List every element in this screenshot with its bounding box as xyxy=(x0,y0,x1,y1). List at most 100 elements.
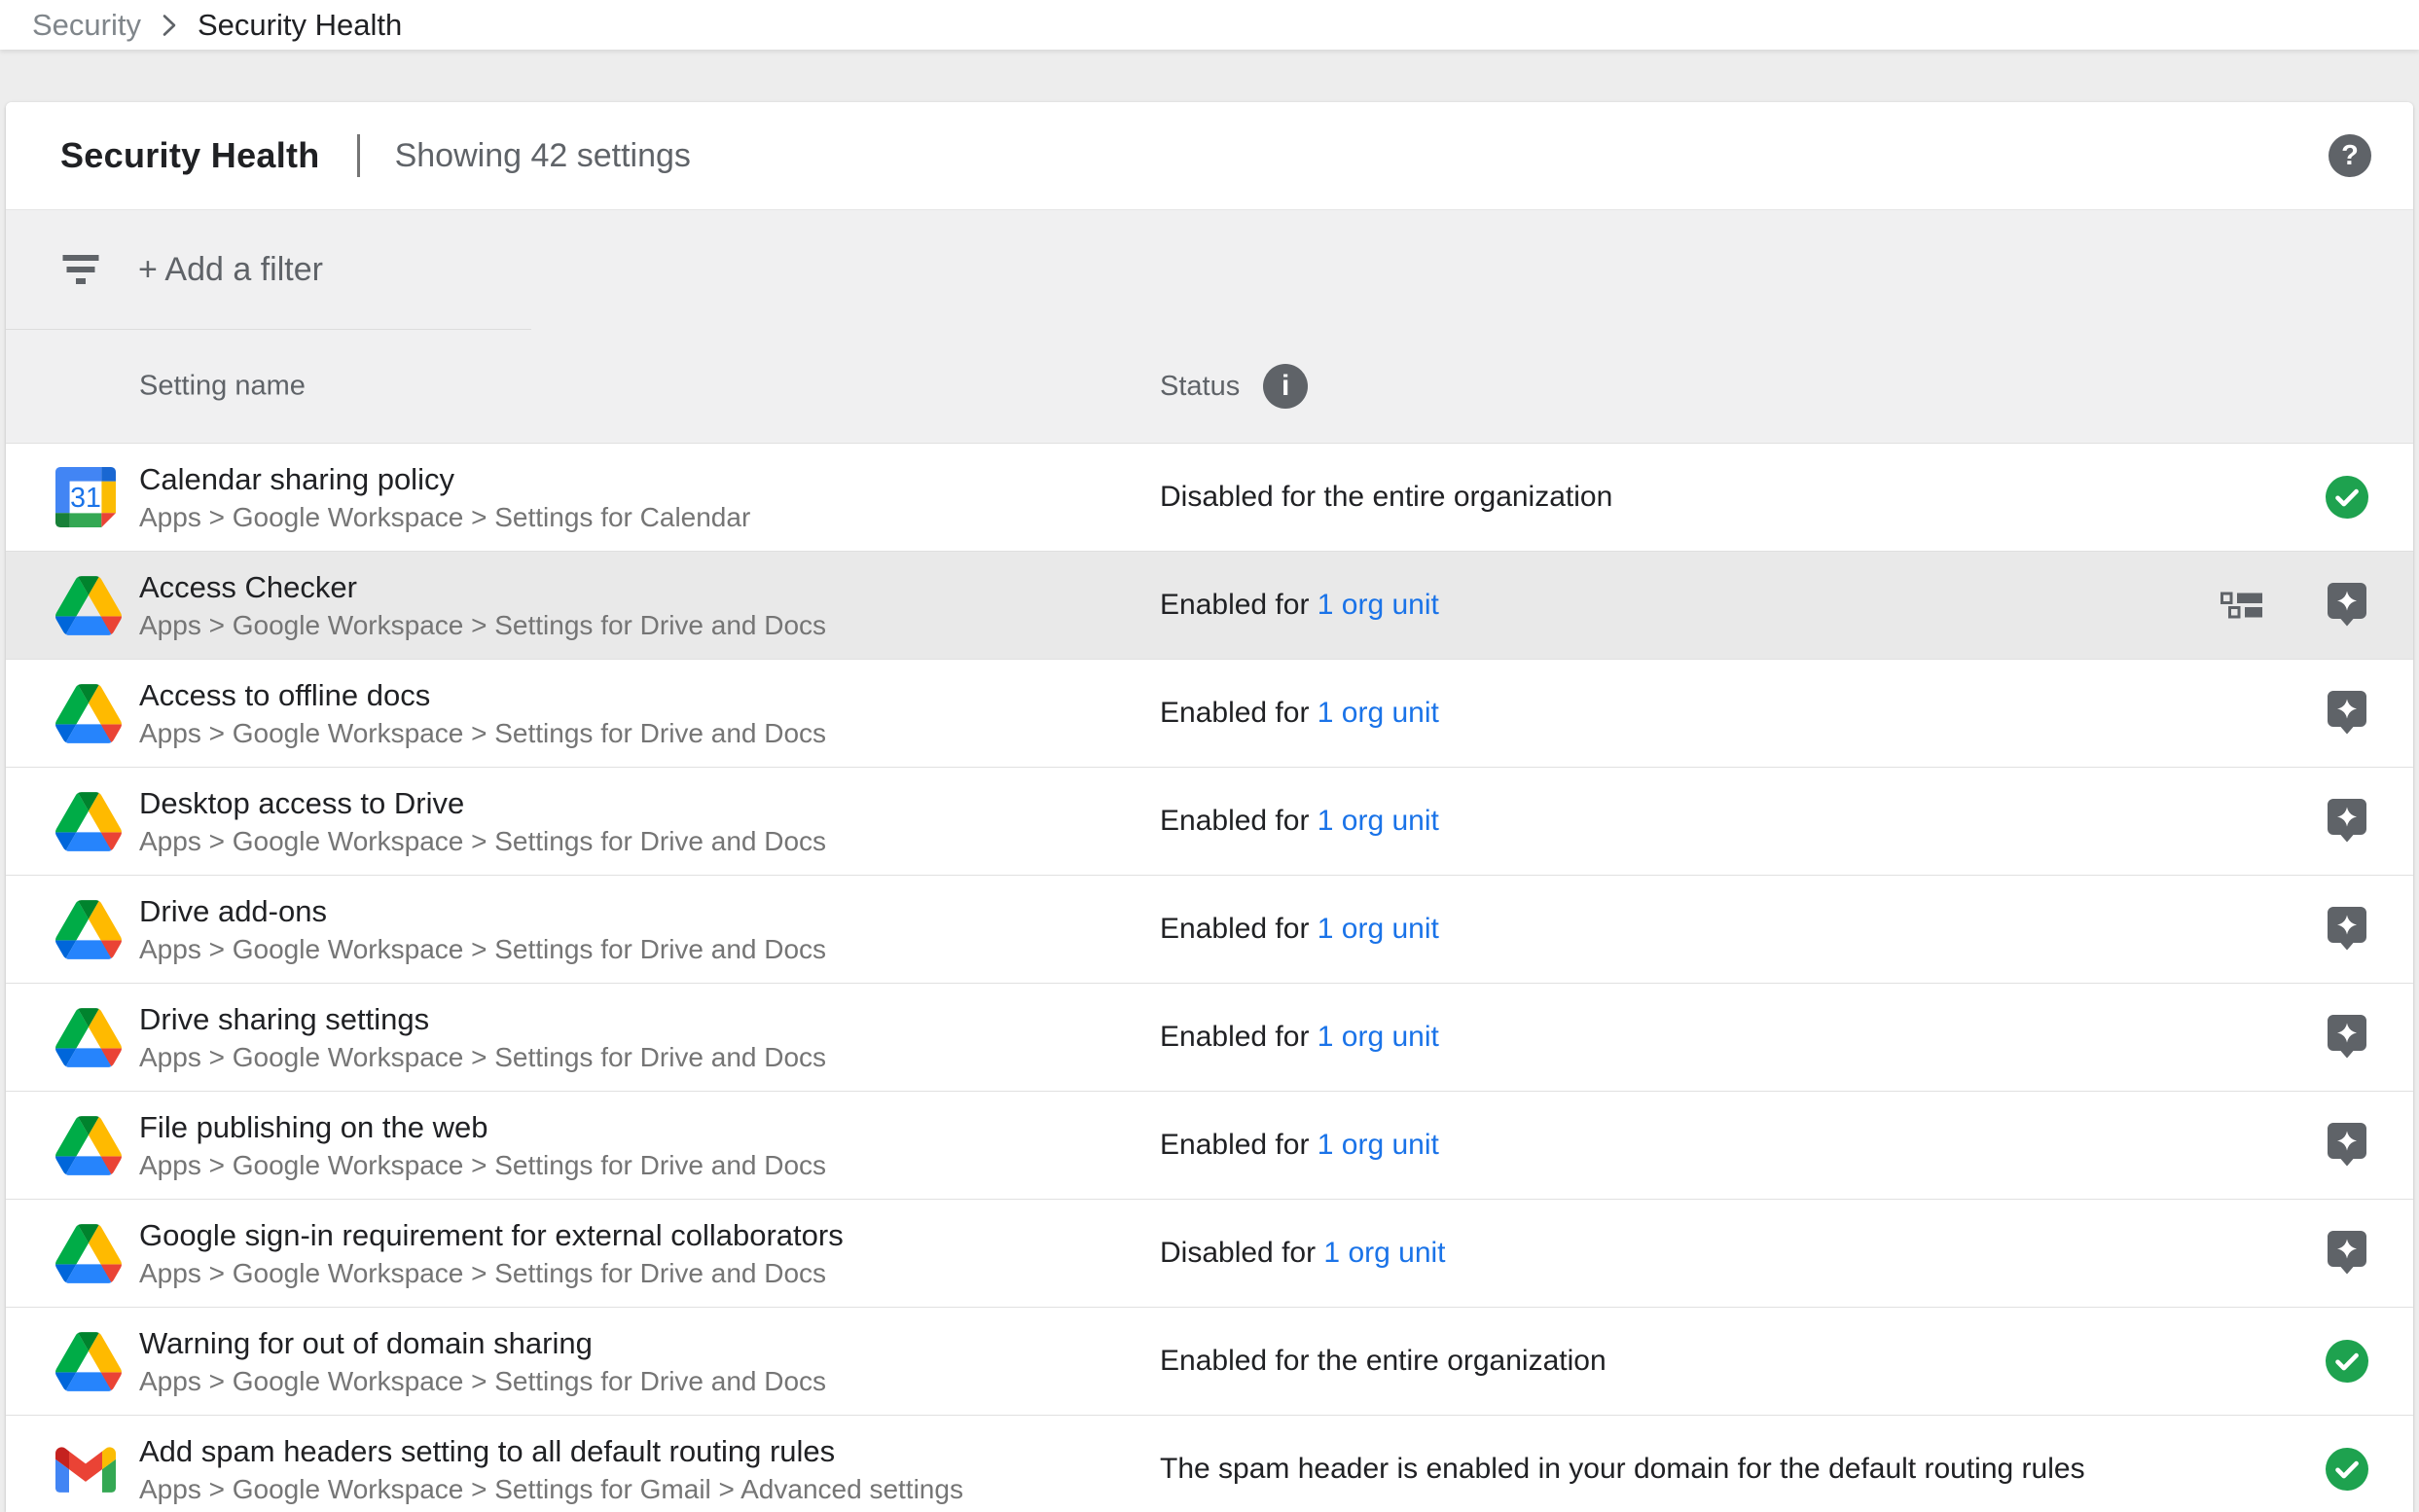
add-filter-button[interactable]: + Add a filter xyxy=(138,251,323,289)
setting-path: Apps > Google Workspace > Settings for C… xyxy=(139,499,750,535)
setting-title: Google sign-in requirement for external … xyxy=(139,1215,844,1255)
setting-text-cell: Access to offline docs Apps > Google Wor… xyxy=(139,675,826,751)
setting-title: Access Checker xyxy=(139,567,826,607)
google-drive-icon xyxy=(55,1008,122,1067)
table-row[interactable]: Drive add-ons Apps > Google Workspace > … xyxy=(6,876,2413,984)
setting-text-cell: File publishing on the web Apps > Google… xyxy=(139,1107,826,1183)
breadcrumb-item-security[interactable]: Security xyxy=(32,8,141,43)
column-setting-name: Setting name xyxy=(139,371,306,403)
chevron-right-icon xyxy=(162,12,177,39)
title-separator xyxy=(357,134,360,177)
status-text: Enabled for xyxy=(1160,913,1318,945)
setting-path: Apps > Google Workspace > Settings for D… xyxy=(139,1147,826,1183)
status-org-unit-link[interactable]: 1 org unit xyxy=(1323,1237,1445,1269)
setting-path: Apps > Google Workspace > Settings for D… xyxy=(139,931,826,967)
status-org-unit-link[interactable]: 1 org unit xyxy=(1318,805,1439,837)
status-icon-cell xyxy=(2324,1123,2370,1168)
app-icon-cell xyxy=(55,1116,139,1175)
table-row[interactable]: Access Checker Apps > Google Workspace >… xyxy=(6,552,2413,660)
help-icon[interactable]: ? xyxy=(2329,134,2371,177)
app-icon-cell xyxy=(55,792,139,851)
status-icon-cell xyxy=(2324,475,2370,520)
status-cell: Enabled for 1 org unit xyxy=(1160,589,1439,622)
status-org-unit-link[interactable]: 1 org unit xyxy=(1318,589,1439,621)
recommendation-icon[interactable] xyxy=(2328,1015,2366,1060)
status-icon-cell xyxy=(2324,583,2370,628)
setting-path: Apps > Google Workspace > Settings for D… xyxy=(139,823,826,859)
setting-title: Access to offline docs xyxy=(139,675,826,715)
breadcrumb: Security Security Health xyxy=(0,0,2419,50)
org-units-icon[interactable] xyxy=(2220,592,2263,619)
filter-bar: + Add a filter xyxy=(6,210,2413,329)
status-text: Enabled for the entire organization xyxy=(1160,1345,1607,1377)
status-cell: The spam header is enabled in your domai… xyxy=(1160,1453,2085,1486)
recommendation-icon[interactable] xyxy=(2328,583,2366,628)
setting-text-cell: Desktop access to Drive Apps > Google Wo… xyxy=(139,783,826,859)
setting-path: Apps > Google Workspace > Settings for D… xyxy=(139,1039,826,1075)
google-drive-icon xyxy=(55,1224,122,1283)
status-icon-cell xyxy=(2324,691,2370,736)
status-org-unit-link[interactable]: 1 org unit xyxy=(1318,697,1439,729)
setting-text-cell: Add spam headers setting to all default … xyxy=(139,1431,963,1507)
status-icon-cell xyxy=(2324,1339,2370,1384)
google-drive-icon xyxy=(55,684,122,743)
table-header: Setting name Status i xyxy=(6,330,2413,443)
table-row[interactable]: Desktop access to Drive Apps > Google Wo… xyxy=(6,768,2413,876)
table-row[interactable]: Add spam headers setting to all default … xyxy=(6,1416,2413,1512)
recommendation-icon[interactable] xyxy=(2328,907,2366,952)
status-org-unit-link[interactable]: 1 org unit xyxy=(1318,1129,1439,1161)
status-text: Enabled for xyxy=(1160,805,1318,837)
setting-title: Add spam headers setting to all default … xyxy=(139,1431,963,1471)
recommendation-icon[interactable] xyxy=(2328,799,2366,844)
column-status-label: Status xyxy=(1160,371,1240,403)
status-icon-cell xyxy=(2324,1231,2370,1276)
recommendation-icon[interactable] xyxy=(2328,1231,2366,1276)
setting-title: Drive add-ons xyxy=(139,891,826,931)
status-text: Disabled for xyxy=(1160,1237,1323,1269)
app-icon-cell xyxy=(55,1446,139,1493)
settings-list: 31 Calendar sharing policy Apps > Google… xyxy=(6,443,2413,1512)
gmail-icon xyxy=(55,1446,116,1493)
setting-title: Drive sharing settings xyxy=(139,999,826,1039)
setting-text-cell: Warning for out of domain sharing Apps >… xyxy=(139,1323,826,1399)
status-cell: Enabled for 1 org unit xyxy=(1160,1129,1439,1162)
status-text: The spam header is enabled in your domai… xyxy=(1160,1453,2085,1485)
filter-and-header-section: + Add a filter Setting name Status i xyxy=(6,209,2413,443)
table-row[interactable]: Warning for out of domain sharing Apps >… xyxy=(6,1308,2413,1416)
status-text: Enabled for xyxy=(1160,589,1318,621)
google-drive-icon xyxy=(55,1332,122,1391)
status-icon-cell xyxy=(2324,907,2370,952)
status-text: Enabled for xyxy=(1160,1129,1318,1161)
status-ok-icon xyxy=(2325,1339,2369,1384)
app-icon-cell xyxy=(55,1008,139,1067)
table-row[interactable]: File publishing on the web Apps > Google… xyxy=(6,1092,2413,1200)
status-text: Enabled for xyxy=(1160,697,1318,729)
setting-title: Warning for out of domain sharing xyxy=(139,1323,826,1363)
status-icon-cell xyxy=(2324,1015,2370,1060)
app-icon-cell xyxy=(55,576,139,635)
setting-title: Calendar sharing policy xyxy=(139,459,750,499)
setting-text-cell: Google sign-in requirement for external … xyxy=(139,1215,844,1291)
status-cell: Enabled for 1 org unit xyxy=(1160,805,1439,838)
status-text: Enabled for xyxy=(1160,1021,1318,1053)
table-row[interactable]: Google sign-in requirement for external … xyxy=(6,1200,2413,1308)
setting-title: File publishing on the web xyxy=(139,1107,826,1147)
google-drive-icon xyxy=(55,1116,122,1175)
status-ok-icon xyxy=(2325,1447,2369,1492)
setting-path: Apps > Google Workspace > Settings for G… xyxy=(139,1471,963,1507)
recommendation-icon[interactable] xyxy=(2328,691,2366,736)
info-icon[interactable]: i xyxy=(1263,364,1308,409)
page-title: Security Health xyxy=(60,135,320,176)
column-status: Status i xyxy=(1160,364,1308,409)
status-cell: Enabled for the entire organization xyxy=(1160,1345,1607,1378)
status-org-unit-link[interactable]: 1 org unit xyxy=(1318,913,1439,945)
setting-path: Apps > Google Workspace > Settings for D… xyxy=(139,1255,844,1291)
app-icon-cell: 31 xyxy=(55,467,139,527)
recommendation-icon[interactable] xyxy=(2328,1123,2366,1168)
status-org-unit-link[interactable]: 1 org unit xyxy=(1318,1021,1439,1053)
status-cell: Disabled for 1 org unit xyxy=(1160,1237,1446,1270)
table-row[interactable]: Drive sharing settings Apps > Google Wor… xyxy=(6,984,2413,1092)
table-row[interactable]: Access to offline docs Apps > Google Wor… xyxy=(6,660,2413,768)
table-row[interactable]: 31 Calendar sharing policy Apps > Google… xyxy=(6,444,2413,552)
filter-list-icon xyxy=(62,254,99,285)
